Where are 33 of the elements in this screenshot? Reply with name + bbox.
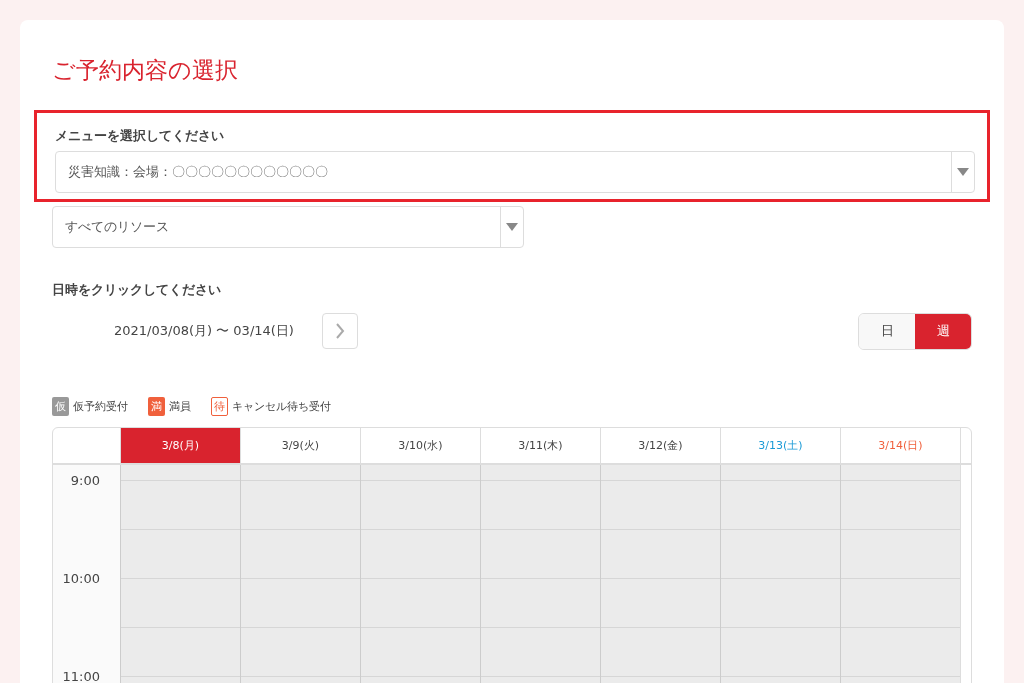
day-column[interactable] [480,465,600,683]
datetime-label: 日時をクリックしてください [52,281,222,299]
status-badge: 満 [148,396,165,416]
day-header[interactable]: 3/9(火) [240,428,360,463]
day-column[interactable] [120,465,240,683]
view-tab[interactable]: 日 [859,313,915,349]
legend-label: 満員 [169,398,191,414]
resource-select[interactable]: すべてのリソース [52,206,524,248]
time-label: 11:00 [61,668,101,683]
page-title: ご予約内容の選択 [52,56,239,85]
dropdown-icon [506,223,518,231]
chevron-right-icon [335,323,345,339]
menu-label: メニューを選択してください [55,127,225,145]
status-badge: 待 [211,396,228,416]
date-range: 2021/03/08(月) 〜 03/14(日) [114,322,295,340]
status-badge: 仮 [52,396,69,416]
time-label: 9:00 [69,472,101,490]
day-column[interactable] [600,465,720,683]
day-column[interactable] [720,465,840,683]
view-tab[interactable]: 週 [915,313,971,349]
day-column[interactable] [360,465,480,683]
day-header[interactable]: 3/8(月) [120,428,240,463]
next-button[interactable] [322,313,358,349]
day-column[interactable] [840,465,960,683]
day-column[interactable] [240,465,360,683]
day-header[interactable]: 3/11(木) [480,428,600,463]
time-label: 10:00 [61,570,101,588]
legend-label: 仮予約受付 [73,398,128,414]
menu-select[interactable]: 災害知識：会場：〇〇〇〇〇〇〇〇〇〇〇〇 [55,151,975,193]
dropdown-icon [957,168,969,176]
day-header[interactable]: 3/10(水) [360,428,480,463]
day-header[interactable]: 3/12(金) [600,428,720,463]
legend-label: キャンセル待ち受付 [232,398,331,414]
